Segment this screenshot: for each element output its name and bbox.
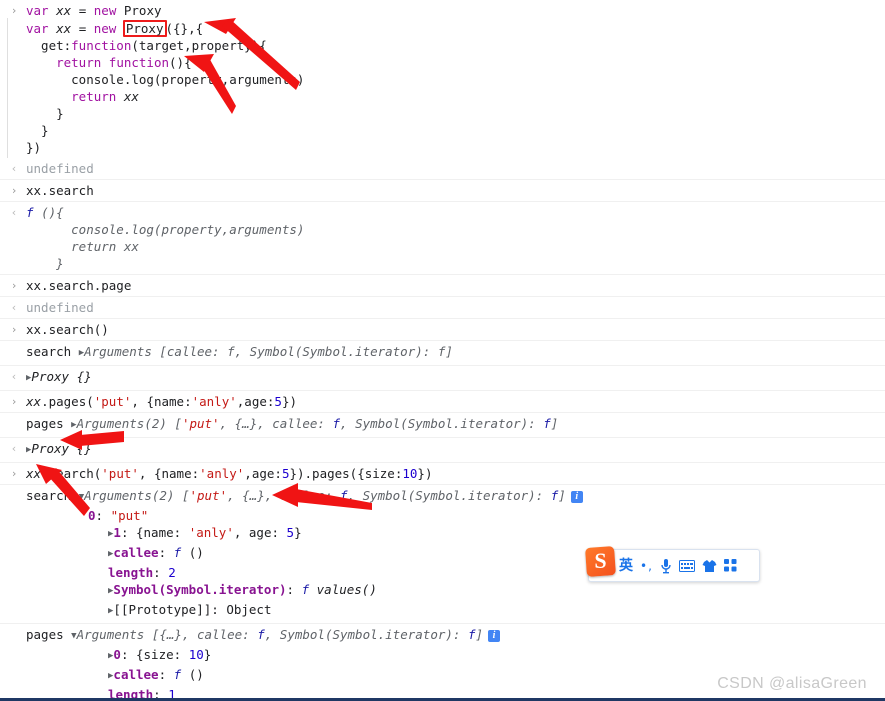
expand-triangle-icon[interactable] <box>108 603 113 620</box>
console-output-undefined-1: ‹ undefined <box>0 158 885 180</box>
console-output-function-body[interactable]: ‹ f (){ console.log(property,arguments) … <box>0 202 885 275</box>
prop-key: callee <box>113 667 159 682</box>
prop-key: 0 <box>113 647 121 662</box>
expand-triangle-icon[interactable] <box>108 668 113 685</box>
skin-icon[interactable] <box>702 557 717 575</box>
log-preview[interactable]: Arguments(2) ['put', {…}, callee: f, Sym… <box>77 416 559 431</box>
output-marker-icon: ‹ <box>10 162 18 175</box>
expand-triangle-icon[interactable] <box>108 526 113 543</box>
prop-key: Symbol(Symbol.iterator) <box>113 582 287 597</box>
console-input-chained-call[interactable]: › xx.search('put', {name:'anly',age:5}).… <box>0 463 885 485</box>
output-marker-icon: ‹ <box>10 206 18 219</box>
highlighted-proxy-token: Proxy <box>122 20 167 37</box>
sogou-logo-icon[interactable]: S <box>585 546 616 577</box>
punctuation-mode-icon[interactable]: •, <box>640 557 653 575</box>
log-preview[interactable]: Arguments [callee: f, Symbol(Symbol.iter… <box>84 344 453 359</box>
input-expression[interactable]: xx.search.page <box>26 277 885 294</box>
prop-value: Object <box>226 602 272 617</box>
expand-triangle-icon[interactable] <box>71 417 76 434</box>
output-marker-icon: ‹ <box>10 370 18 383</box>
collapse-triangle-icon[interactable] <box>71 628 76 645</box>
toolbox-icon[interactable] <box>723 557 737 575</box>
input-left-rule <box>7 18 8 158</box>
prop-key: length <box>108 565 154 580</box>
console-input-xx-search-page[interactable]: › xx.search.page <box>0 275 885 297</box>
input-expression[interactable]: xx.pages('put', {name:'anly',age:5}) <box>26 393 885 410</box>
input-expression[interactable]: xx.search <box>26 182 885 199</box>
input-marker-icon: › <box>10 279 18 292</box>
language-mode-english-icon[interactable]: 英 <box>619 557 633 575</box>
expand-triangle-icon[interactable] <box>26 370 31 387</box>
expand-triangle-icon[interactable] <box>79 345 84 362</box>
output-value: undefined <box>26 161 94 176</box>
console-output-proxy-1[interactable]: ‹ Proxy {} <box>0 366 885 391</box>
input-expression[interactable]: xx.search() <box>26 321 885 338</box>
input-marker-icon: › <box>10 467 18 480</box>
console-input-xx-search-call[interactable]: › xx.search() <box>0 319 885 341</box>
input-marker-icon: › <box>10 323 18 336</box>
csdn-watermark: CSDN @alisaGreen <box>717 675 867 692</box>
log-label: search <box>26 344 72 359</box>
log-preview[interactable]: Arguments(2) ['put', {…}, callee: f, Sym… <box>84 488 566 503</box>
log-label: search <box>26 488 72 503</box>
expand-triangle-icon[interactable] <box>108 583 113 600</box>
info-badge-icon[interactable]: i <box>488 630 501 642</box>
input-marker-icon: › <box>10 184 18 197</box>
output-marker-icon: ‹ <box>10 301 18 314</box>
console-input-xx-search[interactable]: › xx.search <box>0 180 885 202</box>
console-input-multiline[interactable]: var xx = new Proxy ({},{ get:function(tar… <box>0 18 885 158</box>
prop-value: "put" <box>110 508 149 523</box>
prop-value: 2 <box>168 565 176 580</box>
output-function-source: f (){ console.log(property,arguments) re… <box>26 205 305 271</box>
output-value[interactable]: Proxy {} <box>31 441 91 456</box>
input-expression[interactable]: xx.search('put', {name:'anly',age:5}).pa… <box>26 465 885 482</box>
console-log-pages-1[interactable]: pages Arguments(2) ['put', {…}, callee: … <box>0 413 885 438</box>
info-badge-icon[interactable]: i <box>570 491 583 503</box>
log-preview[interactable]: Arguments [{…}, callee: f, Symbol(Symbol… <box>77 627 483 642</box>
console-output-undefined-2: ‹ undefined <box>0 297 885 319</box>
keyboard-icon[interactable] <box>678 557 695 575</box>
collapse-triangle-icon[interactable] <box>79 489 84 506</box>
prop-key: 1 <box>113 525 121 540</box>
prop-key: [[Prototype]] <box>113 602 212 617</box>
console-log-search-1[interactable]: search Arguments [callee: f, Symbol(Symb… <box>0 341 885 366</box>
console-output-proxy-2[interactable]: ‹ Proxy {} <box>0 438 885 463</box>
console-input-xx-pages[interactable]: › xx.pages('put', {name:'anly',age:5}) <box>0 391 885 413</box>
log-label: pages <box>26 627 64 642</box>
prop-key: callee <box>113 545 159 560</box>
expand-triangle-icon[interactable] <box>108 546 113 563</box>
log-label: pages <box>26 416 64 431</box>
console-row-clipped-top: › var xx = new Proxy <box>0 0 885 18</box>
output-value[interactable]: Proxy {} <box>31 369 91 384</box>
output-marker-icon: ‹ <box>10 442 18 455</box>
expand-triangle-icon[interactable] <box>26 442 31 459</box>
input-marker-icon: › <box>10 395 18 408</box>
expand-triangle-icon[interactable] <box>108 648 113 665</box>
input-code-block[interactable]: var xx = new Proxy ({},{ get:function(tar… <box>26 20 885 156</box>
devtools-console-panel[interactable]: › var xx = new Proxy var xx = new Proxy(… <box>0 0 885 701</box>
output-value: undefined <box>26 300 94 315</box>
prop-key: 0 <box>88 508 96 523</box>
microphone-icon[interactable] <box>660 557 672 575</box>
